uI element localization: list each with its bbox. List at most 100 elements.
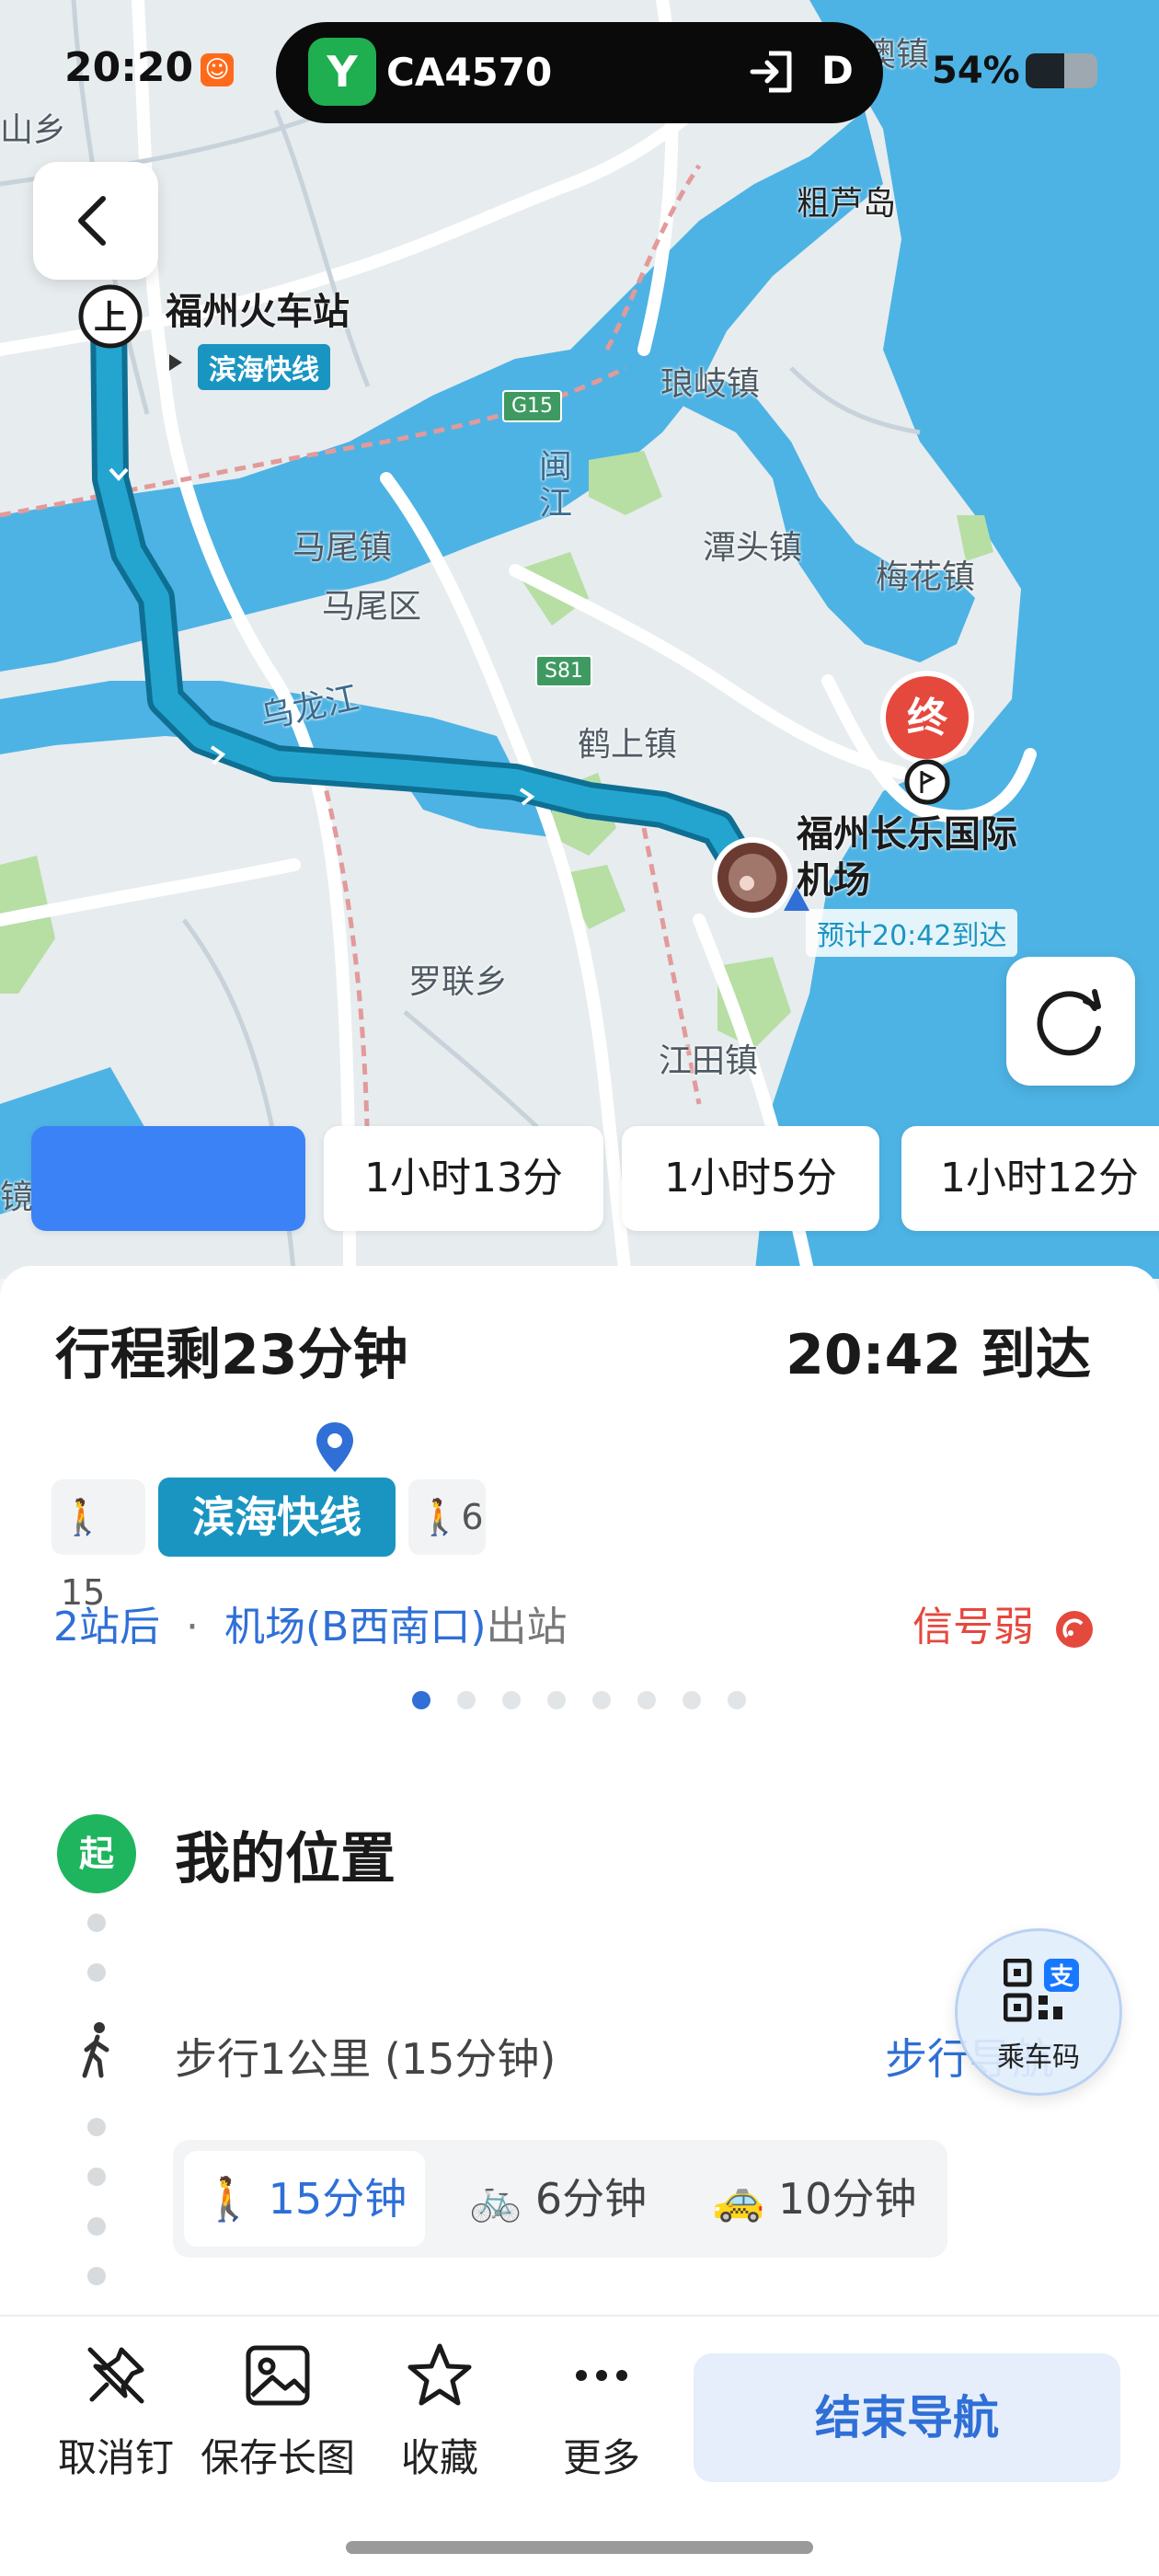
route-option-tab-2[interactable]: 1小时13分 [324, 1126, 603, 1231]
map-label-minjiang: 闽江 [539, 448, 573, 523]
end-marker-badge: 终 [907, 695, 948, 742]
favorite-label: 收藏 [400, 2435, 478, 2480]
eta-tag: 预计20:42到达 [806, 909, 1018, 957]
start-badge: 起 [57, 1814, 136, 1893]
route-line-tag: 滨海快线 [198, 344, 330, 390]
more-icon [576, 2370, 627, 2381]
map-label-mawei-district: 马尾区 [322, 588, 422, 626]
page-indicator [412, 1691, 773, 1713]
save-image-button[interactable]: 保存长图 [195, 2340, 361, 2483]
walk-after-chip: 🚶6 [408, 1479, 486, 1555]
taxi-icon: 🚕 [712, 2174, 765, 2224]
favorite-button[interactable]: 收藏 [357, 2340, 522, 2483]
map-label-heshang: 鹤上镇 [578, 726, 678, 764]
timeline-dot [87, 2217, 106, 2236]
signal-status: 信号弱 [912, 1593, 1095, 1652]
walk-before-chip: 🚶15 [52, 1479, 145, 1613]
more-button[interactable]: 更多 [519, 2340, 684, 2483]
trip-summary-card: 行程剩23分钟 20:42 到达 🚶15 滨海快线 🚶6 2站后 · 机场(B西… [0, 1266, 1159, 1754]
walk-icon: 🚶 [201, 2174, 256, 2224]
map-label-meihua: 梅花镇 [876, 558, 976, 596]
travel-mode-selector: 🚶 15分钟 🚲 6分钟 🚕 10分钟 [173, 2140, 947, 2258]
page-dot[interactable] [547, 1691, 566, 1709]
map-base [0, 0, 1159, 1279]
unpin-button[interactable]: 取消钉 [33, 2340, 199, 2483]
map-label-culudao: 粗芦岛 [797, 185, 897, 223]
timeline-dot [87, 2267, 106, 2285]
start-marker[interactable]: 上 [77, 283, 143, 350]
mode-walk[interactable]: 🚶 15分钟 [184, 2151, 425, 2247]
page-dot[interactable] [502, 1691, 521, 1709]
notification-app-icon: ☺ [201, 53, 234, 86]
star-icon [407, 2343, 472, 2406]
status-time: 20:20 [64, 44, 194, 91]
walk-icon [82, 2022, 109, 2078]
map-label-luolian: 罗联乡 [408, 963, 509, 1001]
unpin-icon [87, 2347, 144, 2404]
mode-taxi-label: 10分钟 [777, 2174, 917, 2224]
mode-bike[interactable]: 🚲 6分钟 [469, 2151, 671, 2247]
page-dot[interactable] [592, 1691, 611, 1709]
map-label-shanxiang: 山乡 [0, 111, 67, 149]
exit-icon [750, 51, 792, 93]
flight-number: CA4570 [386, 50, 553, 95]
stops-count: 2站后 [53, 1604, 160, 1650]
page-dot[interactable] [457, 1691, 476, 1709]
current-location-avatar [712, 837, 809, 918]
page-dot[interactable] [728, 1691, 746, 1709]
signal-text: 信号弱 [912, 1604, 1034, 1650]
trip-remaining: 行程剩23分钟 [55, 1323, 408, 1387]
timeline-dot [87, 2168, 106, 2186]
end-marker[interactable]: 终 [879, 670, 975, 808]
map-view[interactable]: 山乡 澳镇 粗芦岛 琅岐镇 马尾镇 马尾区 潭头镇 梅花镇 闽江 乌龙江 鹤上镇… [0, 0, 1159, 1279]
start-marker-badge: 上 [94, 299, 127, 337]
refresh-button[interactable] [1006, 957, 1135, 1086]
road-shield-s81: S81 [535, 655, 592, 687]
page-dot[interactable] [683, 1691, 701, 1709]
route-option-tab-1[interactable] [31, 1126, 305, 1231]
walk-segment-text: 步行1公里 (15分钟) [175, 2034, 557, 2084]
save-image-label: 保存长图 [200, 2435, 355, 2480]
refresh-icon [1037, 989, 1101, 1056]
ride-code-label: 乘车码 [997, 2041, 1080, 2074]
timeline-dot [87, 2118, 106, 2136]
timeline-dot [87, 1914, 106, 1932]
back-button[interactable] [33, 162, 158, 280]
map-label-mawei-town: 马尾镇 [293, 529, 393, 567]
stops-row: 2站后 · 机场(B西南口)出站 [53, 1593, 568, 1652]
page-dot[interactable] [412, 1691, 430, 1709]
gate-label: D [821, 48, 854, 93]
more-label: 更多 [562, 2435, 640, 2480]
timeline-dot [87, 1963, 106, 1982]
start-location-label: 我的位置 [175, 1827, 396, 1892]
end-navigation-button[interactable]: 结束导航 [694, 2353, 1120, 2482]
road-shield-g15: G15 [502, 390, 563, 422]
arrival-time: 20:42 到达 [786, 1323, 1091, 1387]
chevron-left-icon [78, 196, 106, 246]
bottom-toolbar: 取消钉 保存长图 收藏 更多 结束导航 [0, 2315, 1159, 2576]
map-label-tantou: 潭头镇 [703, 529, 803, 567]
separator: · [186, 1604, 199, 1650]
play-icon [169, 354, 182, 371]
bike-icon: 🚲 [469, 2174, 522, 2224]
weak-signal-icon [1056, 1611, 1093, 1648]
route-option-tab-4[interactable]: 1小时12分 [901, 1126, 1159, 1231]
page-dot[interactable] [637, 1691, 656, 1709]
map-label-langqi: 琅岐镇 [660, 365, 761, 403]
walk-after-minutes: 6 [461, 1497, 484, 1537]
battery-percentage: 54% [932, 50, 1020, 92]
walk-icon: 🚶 [61, 1497, 105, 1537]
route-option-tab-3[interactable]: 1小时5分 [622, 1126, 879, 1231]
ride-code-button[interactable]: 支 乘车码 [955, 1928, 1122, 2096]
home-indicator[interactable] [346, 2541, 813, 2554]
battery-fill [1026, 53, 1065, 88]
qr-code-icon: 支 [1004, 1959, 1079, 2022]
mode-bike-label: 6分钟 [534, 2174, 648, 2224]
image-icon [246, 2345, 310, 2406]
mode-taxi[interactable]: 🚕 10分钟 [712, 2151, 933, 2247]
railway-icon: Y [308, 38, 376, 106]
transit-line-chip[interactable]: 滨海快线 [158, 1478, 396, 1557]
exit-station: 机场(B西南口) [224, 1604, 487, 1650]
map-label-jiangtian: 江田镇 [659, 1042, 759, 1080]
walk-icon: 🚶 [418, 1497, 462, 1537]
